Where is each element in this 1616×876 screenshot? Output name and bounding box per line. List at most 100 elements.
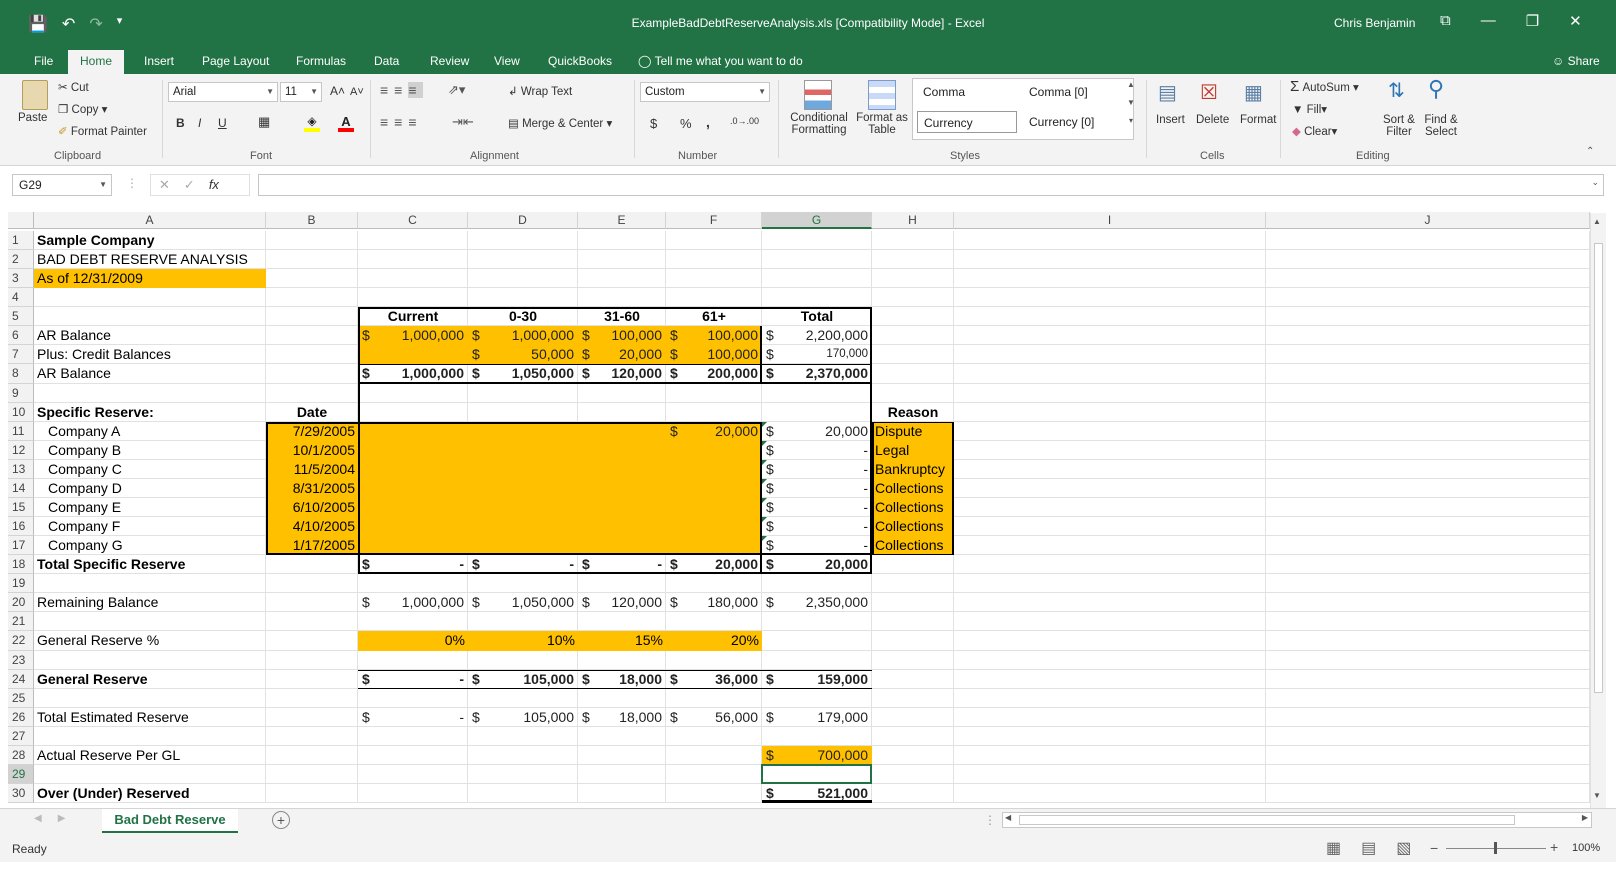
horizontal-scrollbar[interactable]: ◀ ▶ — [1002, 812, 1592, 828]
row-header-24[interactable]: 24 — [8, 669, 34, 689]
column-header-i[interactable]: I — [954, 212, 1266, 229]
row-header-15[interactable]: 15 — [8, 497, 34, 518]
column-header-f[interactable]: F — [666, 212, 762, 229]
tab-data[interactable]: Data — [362, 50, 411, 74]
minimize-button[interactable]: — — [1481, 12, 1496, 30]
vertical-scrollbar[interactable]: ▲ ▼ — [1590, 213, 1606, 808]
row-header-20[interactable]: 20 — [8, 593, 34, 613]
number-format-select[interactable]: Custom ▼ — [640, 82, 770, 102]
row-header-10[interactable]: 10 — [8, 402, 34, 422]
column-header-j[interactable]: J — [1266, 212, 1590, 229]
column-header-b[interactable]: B — [266, 212, 358, 229]
restore-button[interactable]: ❐ — [1526, 12, 1539, 30]
tab-home[interactable]: Home — [68, 50, 125, 74]
row-header-29[interactable]: 29 — [8, 764, 34, 785]
grow-font-button[interactable]: A˄ — [330, 84, 345, 98]
zoom-out-icon[interactable]: − — [1430, 840, 1438, 856]
merge-center-button[interactable]: ▤ Merge & Center ▾ — [508, 116, 612, 130]
row-header-28[interactable]: 28 — [8, 745, 34, 765]
find-select-button[interactable]: Find & Select — [1420, 114, 1462, 138]
tab-insert[interactable]: Insert — [132, 50, 186, 74]
row-header-7[interactable]: 7 — [8, 345, 34, 365]
conditional-formatting-button[interactable]: Conditional Formatting — [786, 112, 852, 136]
row-header-2[interactable]: 2 — [8, 250, 34, 270]
zoom-slider-thumb[interactable] — [1494, 842, 1497, 854]
formula-input[interactable]: ⌄ — [258, 174, 1604, 196]
sheet-tab-bad-debt-reserve[interactable]: Bad Debt Reserve — [102, 809, 238, 833]
fill-button[interactable]: ▼ Fill▾ — [1292, 102, 1327, 116]
format-as-table-icon[interactable] — [868, 80, 896, 110]
indent-icons[interactable]: ⇥⇤ — [452, 114, 474, 130]
share-button[interactable]: ☺ Share — [1552, 50, 1600, 72]
gallery-scroll-icons[interactable]: ▲ ▼ ▾ — [1126, 80, 1136, 140]
column-header-g[interactable]: G — [762, 212, 872, 229]
tab-file[interactable]: File — [22, 50, 65, 74]
clear-button[interactable]: ◆ Clear▾ — [1292, 124, 1337, 138]
shrink-font-button[interactable]: A˅ — [350, 86, 364, 98]
row-header-3[interactable]: 3 — [8, 269, 34, 289]
row-header-11[interactable]: 11 — [8, 421, 34, 441]
copy-button[interactable]: ❐ Copy ▾ — [58, 102, 107, 116]
style-currency[interactable]: Currency — [917, 111, 1017, 133]
font-size-select[interactable]: 11 ▼ — [280, 82, 322, 102]
currency-format-button[interactable]: $ — [650, 116, 657, 131]
scroll-up-icon[interactable]: ▲ — [1593, 217, 1601, 226]
row-header-6[interactable]: 6 — [8, 326, 34, 346]
scroll-right-icon[interactable]: ▶ — [1582, 813, 1588, 822]
format-button[interactable]: Format — [1240, 114, 1276, 126]
tab-page-layout[interactable]: Page Layout — [190, 50, 281, 74]
borders-icon[interactable]: ▦ — [258, 114, 270, 130]
paste-button[interactable]: Paste — [18, 112, 47, 124]
insert-button[interactable]: Insert — [1156, 114, 1185, 126]
selected-cell-g29[interactable] — [761, 763, 872, 785]
select-all-corner[interactable] — [8, 212, 34, 229]
sort-filter-button[interactable]: Sort & Filter — [1380, 114, 1418, 138]
row-header-21[interactable]: 21 — [8, 612, 34, 632]
comma-format-button[interactable]: , — [706, 114, 710, 130]
worksheet-grid[interactable]: A B C D E F G H I J 1 2 3 4 5 6 7 8 9 10 11 12 13 14 15 16 17 18 19 2… — [0, 208, 1616, 808]
insert-cells-icon[interactable]: ▤ — [1158, 80, 1177, 105]
scroll-down-icon[interactable]: ▼ — [1593, 791, 1601, 800]
horizontal-align-icons[interactable]: ≡≡≡ — [380, 114, 423, 130]
column-header-h[interactable]: H — [872, 212, 954, 229]
fill-color-icon[interactable]: ◈ — [304, 114, 320, 132]
style-comma-0[interactable]: Comma [0] — [1023, 81, 1123, 103]
format-painter-button[interactable]: ✐ Format Painter — [58, 124, 147, 138]
row-header-13[interactable]: 13 — [8, 459, 34, 479]
enter-icon[interactable]: ✓ — [184, 177, 209, 192]
percent-format-button[interactable]: % — [680, 116, 692, 131]
ribbon-display-options-icon[interactable]: ⧉ — [1440, 12, 1451, 30]
column-header-e[interactable]: E — [578, 212, 666, 229]
underline-button[interactable]: U — [218, 116, 227, 130]
column-header-d[interactable]: D — [468, 212, 578, 229]
row-header-14[interactable]: 14 — [8, 478, 34, 498]
row-header-4[interactable]: 4 — [8, 288, 34, 308]
bold-button[interactable]: B — [176, 116, 185, 130]
row-header-12[interactable]: 12 — [8, 440, 34, 460]
new-sheet-icon[interactable]: + — [272, 811, 290, 829]
row-header-19[interactable]: 19 — [8, 574, 34, 594]
format-cells-icon[interactable]: ▦ — [1244, 80, 1263, 105]
orientation-icon[interactable]: ⇗▾ — [448, 82, 465, 98]
column-header-a[interactable]: A — [34, 212, 266, 229]
row-header-1[interactable]: 1 — [8, 231, 34, 251]
row-header-9[interactable]: 9 — [8, 383, 34, 403]
collapse-ribbon-icon[interactable]: ⌃ — [1586, 146, 1594, 157]
wrap-text-button[interactable]: ↲ Wrap Text — [508, 84, 572, 98]
tell-me-box[interactable]: ◯ Tell me what you want to do — [638, 50, 803, 72]
style-comma[interactable]: Comma — [917, 81, 1017, 103]
expand-formula-bar-icon[interactable]: ⌄ — [1591, 177, 1599, 188]
name-box[interactable]: G29 ▼ — [12, 174, 112, 196]
zoom-level[interactable]: 100% — [1572, 842, 1600, 854]
italic-button[interactable]: I — [198, 116, 201, 130]
tab-review[interactable]: Review — [418, 50, 481, 74]
tab-quickbooks[interactable]: QuickBooks — [536, 50, 624, 74]
view-mode-icons[interactable]: ▦▤▧ — [1326, 838, 1431, 858]
row-header-18[interactable]: 18 — [8, 555, 34, 575]
autosum-button[interactable]: Σ AutoSum ▾ — [1290, 78, 1359, 95]
row-header-25[interactable]: 25 — [8, 688, 34, 708]
increase-decimal-button[interactable]: .0→.00 — [730, 116, 759, 126]
delete-button[interactable]: Delete — [1196, 114, 1229, 126]
format-as-table-button[interactable]: Format as Table — [856, 112, 908, 136]
row-header-23[interactable]: 23 — [8, 650, 34, 670]
